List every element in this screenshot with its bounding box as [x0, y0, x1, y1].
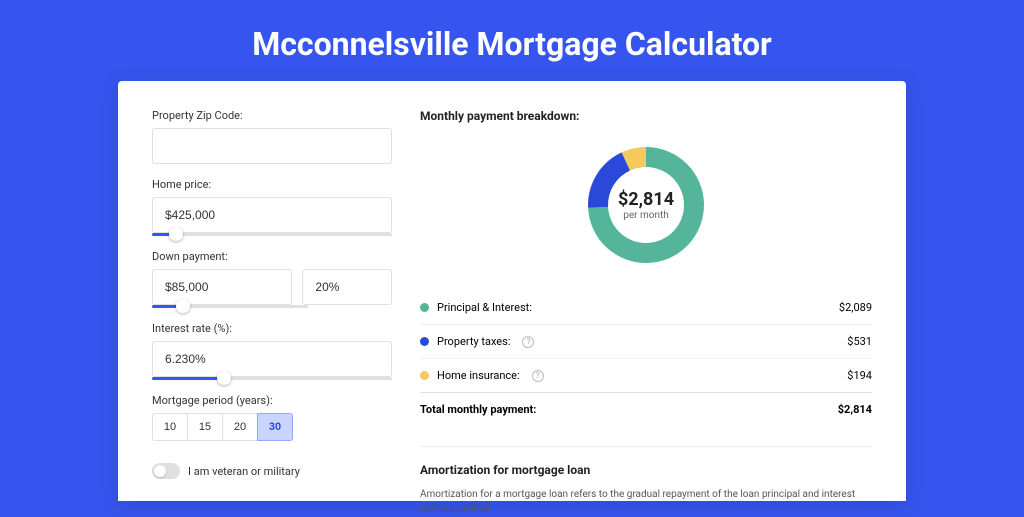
- breakdown-header: Monthly payment breakdown:: [420, 109, 872, 123]
- mortgage-period-label: Mortgage period (years):: [152, 394, 392, 407]
- period-button-group: 10152030: [152, 413, 392, 441]
- amortization-text: Amortization for a mortgage loan refers …: [420, 487, 872, 517]
- form-column: Property Zip Code: Home price: Down paym…: [152, 109, 392, 471]
- zip-label: Property Zip Code:: [152, 109, 392, 122]
- slider-thumb[interactable]: [169, 227, 183, 241]
- info-icon[interactable]: ?: [522, 336, 534, 348]
- slider-thumb[interactable]: [217, 371, 231, 385]
- period-button-15[interactable]: 15: [187, 413, 223, 441]
- breakdown-row: Principal & Interest: $2,089: [420, 291, 872, 324]
- interest-rate-input[interactable]: [152, 341, 392, 377]
- breakdown-value: $2,089: [839, 301, 872, 314]
- slider-thumb[interactable]: [176, 299, 190, 313]
- breakdown-label: Principal & Interest:: [437, 301, 532, 314]
- veteran-toggle[interactable]: [152, 463, 180, 479]
- amortization-section: Amortization for mortgage loan Amortizat…: [420, 446, 872, 517]
- payment-donut-chart: $2,814 per month: [584, 143, 708, 267]
- zip-input[interactable]: [152, 128, 392, 164]
- donut-amount: $2,814: [618, 189, 674, 210]
- period-button-20[interactable]: 20: [222, 413, 258, 441]
- down-payment-input[interactable]: [152, 269, 292, 305]
- slider-fill: [152, 377, 224, 380]
- home-price-slider[interactable]: [152, 233, 392, 236]
- total-value: $2,814: [838, 403, 872, 416]
- breakdown-value: $194: [847, 369, 872, 382]
- calculator-card: Property Zip Code: Home price: Down paym…: [118, 81, 906, 501]
- legend-dot: [420, 371, 429, 380]
- home-price-label: Home price:: [152, 178, 392, 191]
- breakdown-label: Home insurance:: [437, 369, 520, 382]
- legend-dot: [420, 337, 429, 346]
- info-icon[interactable]: ?: [532, 370, 544, 382]
- toggle-knob: [154, 465, 166, 477]
- breakdown-row: Property taxes:? $531: [420, 324, 872, 358]
- breakdown-value: $531: [847, 335, 872, 348]
- breakdown-label: Property taxes:: [437, 335, 510, 348]
- down-payment-label: Down payment:: [152, 250, 392, 263]
- donut-sub: per month: [623, 210, 669, 221]
- down-payment-percent-input[interactable]: [302, 269, 392, 305]
- breakdown-row: Home insurance:? $194: [420, 358, 872, 392]
- period-button-10[interactable]: 10: [152, 413, 188, 441]
- interest-rate-label: Interest rate (%):: [152, 322, 392, 335]
- page-title: Mcconnelsville Mortgage Calculator: [0, 0, 1024, 81]
- period-button-30[interactable]: 30: [257, 413, 293, 441]
- down-payment-slider[interactable]: [152, 305, 308, 308]
- amortization-header: Amortization for mortgage loan: [420, 463, 872, 477]
- total-row: Total monthly payment: $2,814: [420, 392, 872, 426]
- legend-dot: [420, 303, 429, 312]
- total-label: Total monthly payment:: [420, 403, 536, 416]
- veteran-label: I am veteran or military: [188, 465, 300, 478]
- home-price-input[interactable]: [152, 197, 392, 233]
- breakdown-column: Monthly payment breakdown: $2,814 per mo…: [420, 109, 872, 471]
- interest-rate-slider[interactable]: [152, 377, 392, 380]
